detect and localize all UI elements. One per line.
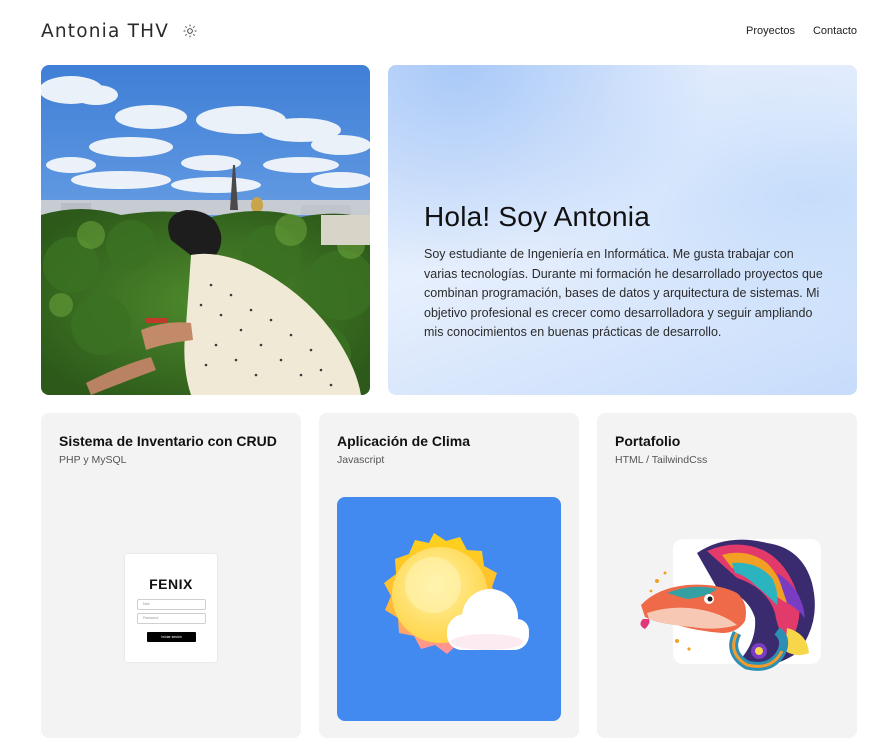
profile-photo	[41, 65, 370, 395]
intro-description: Soy estudiante de Ingeniería en Informát…	[424, 247, 823, 339]
login-preview-mail-field: Mail	[137, 599, 206, 610]
site-header: Antonia THV Proyectos Contacto	[41, 0, 857, 62]
project-card-portafolio[interactable]: Portafolio HTML / TailwindCss	[597, 413, 857, 738]
project-title: Portafolio	[615, 433, 681, 449]
project-card-inventario[interactable]: Sistema de Inventario con CRUD PHP y MyS…	[41, 413, 301, 738]
login-preview-image: FENIX Mail Password Iniciar sesión	[125, 554, 217, 662]
main-nav: Proyectos Contacto	[746, 25, 857, 37]
sun-icon[interactable]	[183, 24, 197, 38]
project-card-clima[interactable]: Aplicación de Clima Javascript	[319, 413, 579, 738]
project-subtitle: HTML / TailwindCss	[615, 454, 708, 466]
project-title: Sistema de Inventario con CRUD	[59, 433, 277, 449]
weather-preview-image	[337, 497, 561, 721]
project-subtitle: Javascript	[337, 454, 385, 466]
brand: Antonia THV	[41, 21, 197, 42]
profile-photo-illustration	[41, 65, 370, 395]
intro-content: Hola! Soy Antonia Soy estudiante de Inge…	[424, 201, 824, 343]
intro-card: Hola! Soy Antonia Soy estudiante de Inge…	[388, 65, 857, 395]
site-logo[interactable]: Antonia THV	[41, 21, 169, 42]
sun-cloud-icon	[384, 533, 529, 654]
dragon-illustration	[640, 539, 821, 671]
nav-link-contacto[interactable]: Contacto	[813, 25, 857, 37]
dragon-preview-image	[637, 533, 827, 673]
nav-link-proyectos[interactable]: Proyectos	[746, 25, 795, 37]
project-title: Aplicación de Clima	[337, 433, 471, 449]
login-preview-button: Iniciar sesión	[147, 632, 196, 642]
login-preview-password-field: Password	[137, 613, 206, 624]
login-preview-brand: FENIX	[149, 576, 193, 592]
intro-title: Hola! Soy Antonia	[424, 201, 650, 232]
project-subtitle: PHP y MySQL	[59, 454, 127, 466]
